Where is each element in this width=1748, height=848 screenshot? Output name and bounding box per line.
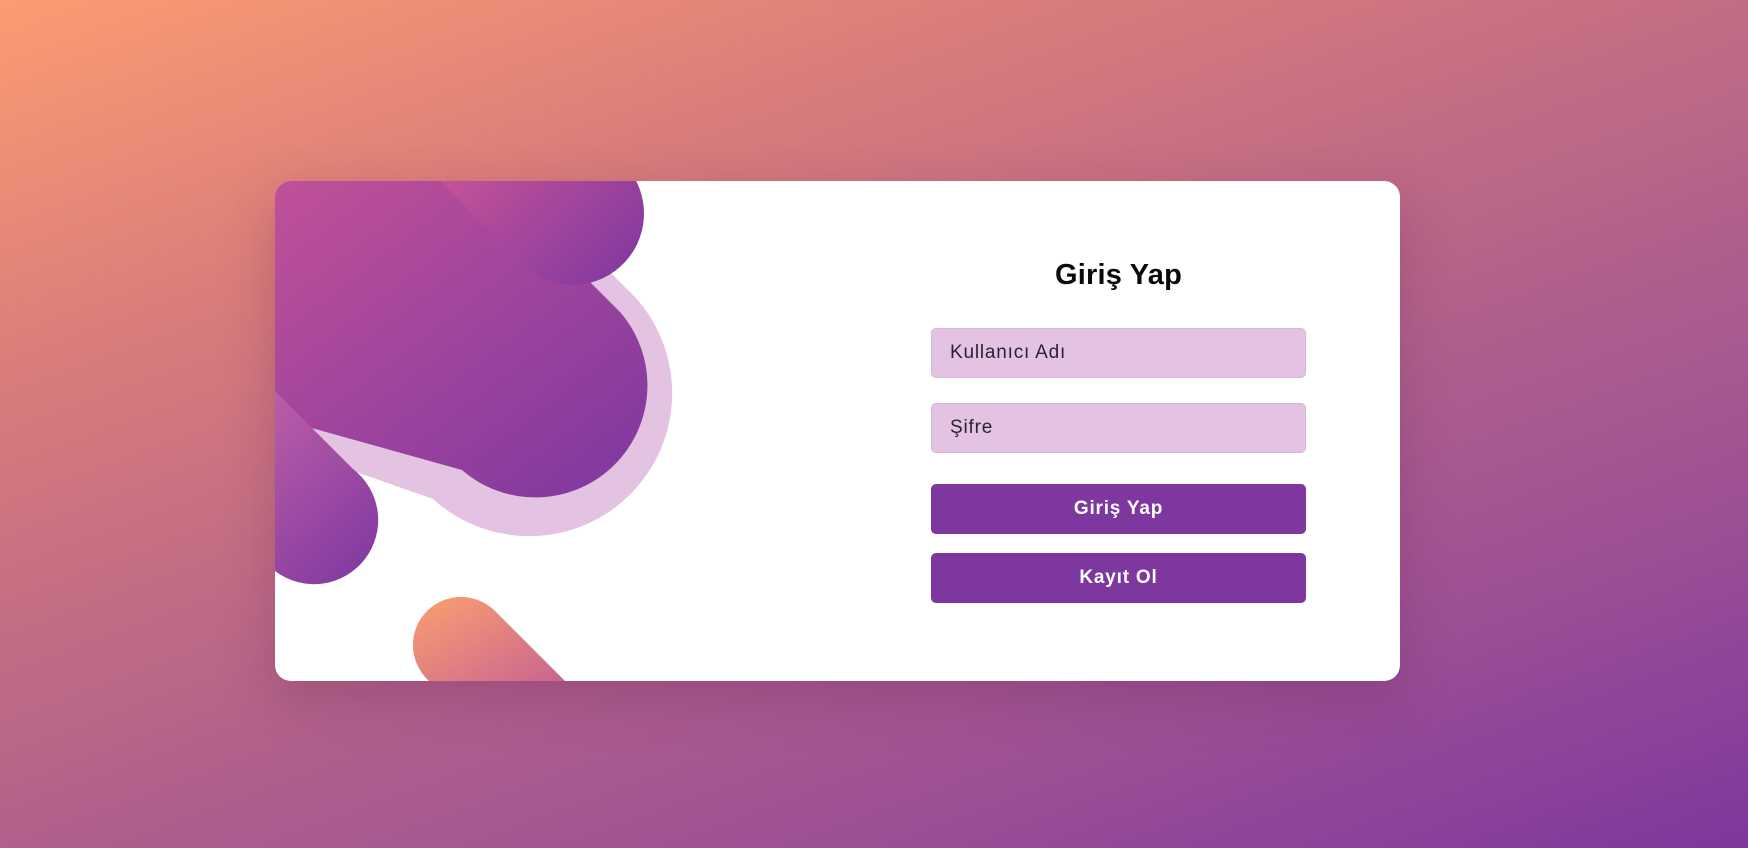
- decorative-shapes: [275, 181, 673, 681]
- login-form: Giriş Yap Giriş Yap Kayıt Ol: [931, 181, 1306, 681]
- login-card: Giriş Yap Giriş Yap Kayıt Ol: [275, 181, 1400, 681]
- password-input[interactable]: [931, 403, 1306, 453]
- register-button[interactable]: Kayıt Ol: [931, 553, 1306, 603]
- page-title: Giriş Yap: [1054, 259, 1182, 291]
- username-input[interactable]: [931, 328, 1306, 378]
- login-button[interactable]: Giriş Yap: [931, 484, 1306, 534]
- peach-pill-shape: [412, 596, 565, 681]
